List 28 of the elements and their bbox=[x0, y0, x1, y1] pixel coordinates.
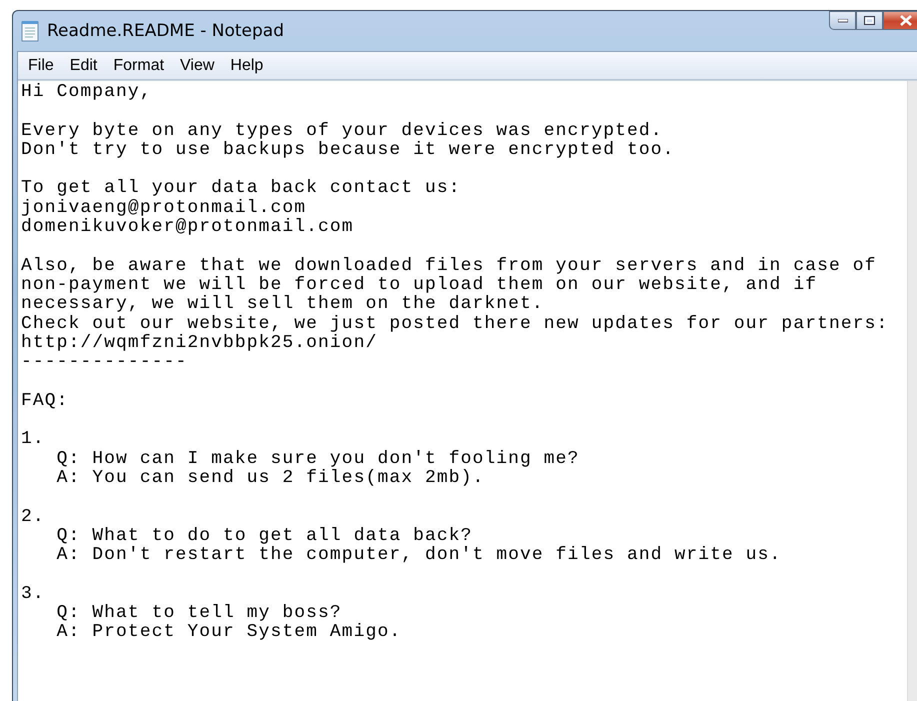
text-line: Also, be aware that we downloaded files from your servers and in case of bbox=[21, 256, 876, 276]
text-line: Q: What to do to get all data back? bbox=[56, 526, 473, 546]
text-line: A: You can send us 2 files(max 2mb). bbox=[56, 468, 484, 488]
menu-item[interactable]: Format bbox=[105, 54, 172, 76]
text-line: jonivaeng@protonmail.com bbox=[21, 198, 306, 218]
text-line: To get all your data back contact us: bbox=[21, 179, 461, 199]
text-line: 3. bbox=[21, 584, 45, 604]
text-line: A: Protect Your System Amigo. bbox=[56, 623, 402, 643]
text-line: Q: How can I make sure you don't fooling me? bbox=[56, 450, 580, 469]
text-line: domenikuvoker@protonmail.com bbox=[21, 218, 354, 238]
window-title: Readme.README - Notepad bbox=[47, 21, 286, 41]
text-line: Q: What to tell my boss? bbox=[56, 604, 342, 624]
text-line: Hi Company, bbox=[21, 83, 152, 102]
text-line: 1. bbox=[21, 430, 45, 450]
text-line: -------------- bbox=[21, 353, 188, 372]
text-line: non-payment we will be forced to upload them on our website, and if bbox=[21, 276, 818, 295]
menu-item[interactable]: View bbox=[172, 54, 222, 76]
text-line: Every byte on any types of your devices was encrypted. bbox=[21, 122, 663, 141]
text-line: http://wqmfzni2nvbbpk25.onion/ bbox=[21, 334, 378, 354]
text-line: FAQ: bbox=[21, 392, 69, 412]
text-line: 2. bbox=[21, 508, 45, 527]
menu-item[interactable]: Edit bbox=[62, 54, 106, 76]
text-line: Don't try to use backups because it were encrypted too. bbox=[21, 140, 674, 160]
text-line: A: Don't restart the computer, don't move files and write us. bbox=[56, 546, 782, 566]
menu-item[interactable]: Help bbox=[222, 54, 272, 76]
text-line: necessary, we will sell them on the darknet. bbox=[21, 295, 544, 315]
text-line: Check out our website, we just posted there new updates for our partners: bbox=[21, 314, 888, 334]
menu-item[interactable]: File bbox=[20, 54, 62, 76]
